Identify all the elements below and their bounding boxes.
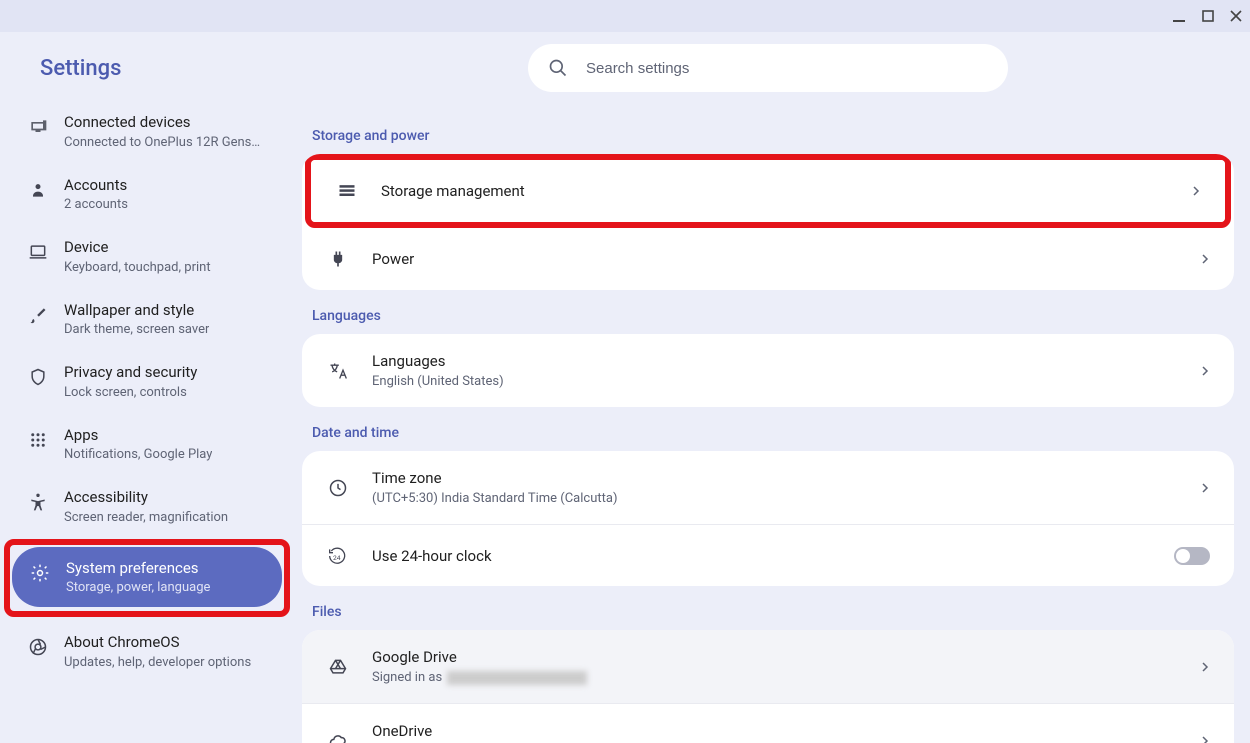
sidebar-item-label: Apps: [64, 426, 212, 446]
sidebar-item-sublabel: Keyboard, touchpad, print: [64, 260, 211, 275]
sidebar: Settings Connected devices Connected to …: [0, 32, 300, 743]
storage-icon: [335, 179, 359, 203]
section-header-date-time: Date and time: [302, 407, 1234, 451]
card-languages: Languages English (United States): [302, 334, 1234, 407]
sidebar-item-sublabel: Updates, help, developer options: [64, 655, 251, 670]
page-title: Settings: [10, 32, 290, 101]
row-label: OneDrive: [372, 722, 1200, 740]
main-content: Storage and power Storage management: [300, 32, 1250, 743]
row-power[interactable]: Power: [302, 228, 1234, 290]
row-google-drive[interactable]: Google Drive Signed in as: [302, 630, 1234, 703]
sidebar-item-sublabel: Lock screen, controls: [64, 385, 197, 400]
sidebar-item-sublabel: Storage, power, language: [66, 580, 210, 595]
sidebar-item-label: About ChromeOS: [64, 633, 251, 653]
sidebar-item-label: Device: [64, 238, 211, 258]
redacted-email: [447, 671, 587, 685]
chevron-right-icon: [1200, 366, 1210, 376]
row-sublabel: English (United States): [372, 374, 1200, 389]
sidebar-item-label: Accessibility: [64, 488, 228, 508]
clock-icon: [326, 476, 350, 500]
account-icon: [26, 178, 50, 202]
maximize-icon[interactable]: [1202, 10, 1214, 22]
sidebar-item-sublabel: 2 accounts: [64, 197, 128, 212]
row-label: Power: [372, 250, 1200, 268]
chrome-icon: [26, 635, 50, 659]
brush-icon: [26, 303, 50, 327]
sidebar-item-sublabel: Screen reader, magnification: [64, 510, 228, 525]
row-onedrive[interactable]: OneDrive Add your Microsoft account: [302, 703, 1234, 743]
sidebar-item-apps[interactable]: Apps Notifications, Google Play: [10, 414, 290, 475]
apps-icon: [26, 428, 50, 452]
accessibility-icon: [26, 490, 50, 514]
toggle-24h-clock[interactable]: [1174, 547, 1210, 565]
card-date-time: Time zone (UTC+5:30) India Standard Time…: [302, 451, 1234, 586]
row-24h-clock[interactable]: 24 Use 24-hour clock: [302, 524, 1234, 586]
svg-text:24: 24: [333, 554, 341, 562]
sidebar-item-system-preferences[interactable]: System preferences Storage, power, langu…: [12, 547, 282, 608]
sidebar-item-sublabel: Notifications, Google Play: [64, 447, 212, 462]
card-storage-power: Storage management Power: [302, 154, 1234, 290]
row-label: Storage management: [381, 182, 1191, 200]
shield-icon: [26, 365, 50, 389]
gear-icon: [28, 561, 52, 585]
sidebar-item-about[interactable]: About ChromeOS Updates, help, developer …: [10, 621, 290, 682]
sidebar-item-accessibility[interactable]: Accessibility Screen reader, magnificati…: [10, 476, 290, 537]
laptop-icon: [26, 240, 50, 264]
chevron-right-icon: [1200, 483, 1210, 493]
sidebar-item-wallpaper[interactable]: Wallpaper and style Dark theme, screen s…: [10, 289, 290, 350]
drive-icon: [326, 655, 350, 679]
close-icon[interactable]: [1230, 10, 1242, 22]
window-titlebar: [0, 0, 1250, 32]
sidebar-item-label: Wallpaper and style: [64, 301, 209, 321]
sidebar-item-label: System preferences: [66, 559, 210, 579]
sidebar-item-device[interactable]: Device Keyboard, touchpad, print: [10, 226, 290, 287]
row-sublabel: (UTC+5:30) India Standard Time (Calcutta…: [372, 491, 1200, 506]
row-languages[interactable]: Languages English (United States): [302, 334, 1234, 407]
section-header-storage-power: Storage and power: [302, 110, 1234, 154]
translate-icon: [326, 359, 350, 383]
sidebar-item-label: Accounts: [64, 176, 128, 196]
row-label: Time zone: [372, 469, 1200, 487]
row-label: Google Drive: [372, 648, 1200, 666]
sidebar-item-connected-devices[interactable]: Connected devices Connected to OnePlus 1…: [10, 101, 290, 162]
sidebar-item-sublabel: Dark theme, screen saver: [64, 322, 209, 337]
sidebar-item-privacy[interactable]: Privacy and security Lock screen, contro…: [10, 351, 290, 412]
cloud-icon: [326, 729, 350, 743]
annotation-highlight-sidebar: System preferences Storage, power, langu…: [4, 539, 290, 618]
sidebar-item-label: Privacy and security: [64, 363, 197, 383]
row-storage-management[interactable]: Storage management: [311, 160, 1225, 222]
row-timezone[interactable]: Time zone (UTC+5:30) India Standard Time…: [302, 451, 1234, 524]
row-label: Languages: [372, 352, 1200, 370]
section-header-files: Files: [302, 586, 1234, 630]
chevron-right-icon: [1191, 186, 1201, 196]
power-plug-icon: [326, 247, 350, 271]
clock-24-icon: 24: [326, 544, 350, 568]
chevron-right-icon: [1200, 662, 1210, 672]
card-files: Google Drive Signed in as OneDrive Add y…: [302, 630, 1234, 743]
search-input[interactable]: [586, 60, 988, 77]
search-icon: [548, 58, 568, 78]
devices-icon: [26, 115, 50, 139]
search-bar[interactable]: [528, 44, 1008, 92]
annotation-highlight-storage: Storage management: [305, 154, 1231, 228]
sidebar-item-accounts[interactable]: Accounts 2 accounts: [10, 164, 290, 225]
minimize-icon[interactable]: [1172, 9, 1186, 23]
section-header-languages: Languages: [302, 290, 1234, 334]
row-sublabel: Signed in as: [372, 670, 1200, 685]
sidebar-item-sublabel: Connected to OnePlus 12R Gens…: [64, 135, 260, 150]
chevron-right-icon: [1200, 254, 1210, 264]
row-label: Use 24-hour clock: [372, 547, 1174, 565]
sidebar-item-label: Connected devices: [64, 113, 260, 133]
chevron-right-icon: [1200, 736, 1210, 743]
